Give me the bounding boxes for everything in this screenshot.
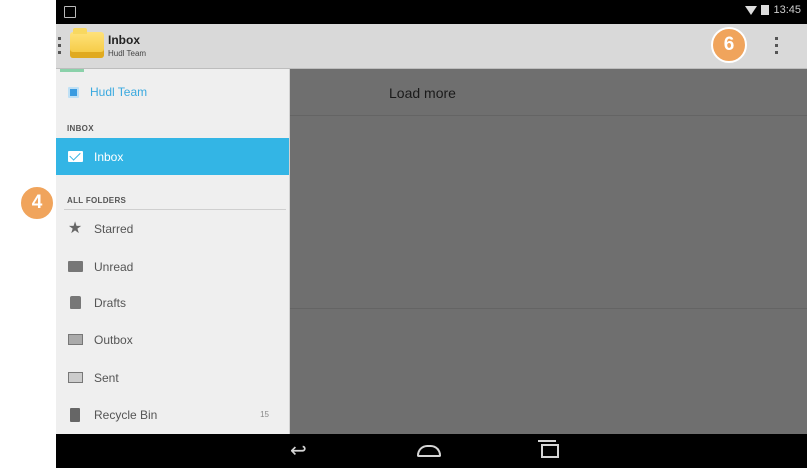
item-count: 15 [260, 410, 269, 419]
drawer-item-recycle-bin[interactable]: Recycle Bin 15 [56, 396, 289, 433]
status-bar: 13:45 [56, 0, 807, 24]
trash-icon [70, 407, 80, 422]
drawer-item-unread[interactable]: Unread [56, 248, 289, 285]
drawer-item-label: Inbox [94, 149, 124, 164]
drawer-item-sent[interactable]: Sent [56, 359, 289, 396]
home-icon[interactable] [417, 445, 441, 457]
message-list-pane: Load more [290, 69, 807, 434]
account-icon [68, 86, 79, 98]
drawer-item-drafts[interactable]: Drafts [56, 284, 289, 321]
account-label: Hudl Team [90, 85, 148, 99]
drawer-item-label: Starred [94, 221, 134, 236]
navigation-bar: ↩ [56, 434, 807, 468]
inbox-folder-icon[interactable] [70, 28, 104, 58]
callout-badge-4: 4 [19, 185, 55, 221]
drawer-item-label: Unread [94, 259, 134, 274]
drawer-item-label: Outbox [94, 332, 133, 347]
star-icon: ★ [67, 219, 83, 237]
load-more-button[interactable]: Load more [389, 85, 456, 101]
action-bar-title: Inbox [108, 33, 140, 47]
overflow-menu-icon[interactable] [775, 37, 778, 54]
envelope-icon [67, 151, 83, 162]
account-row[interactable]: Hudl Team [56, 75, 289, 109]
unread-icon [67, 261, 83, 272]
action-bar: Inbox Hudl Team [56, 24, 807, 69]
section-header-inbox: INBOX [67, 124, 94, 133]
drawer-item-inbox[interactable]: Inbox [56, 138, 289, 175]
drawer-accent [60, 69, 84, 72]
recent-apps-icon[interactable] [538, 440, 559, 458]
email-app-screen: 13:45 Inbox Hudl Team Hudl Team INBOX In… [56, 0, 807, 468]
action-bar-subtitle: Hudl Team [108, 49, 147, 58]
clock: 13:45 [773, 4, 801, 16]
wifi-icon [745, 5, 758, 15]
drawer-item-label: Drafts [94, 295, 127, 310]
sent-icon [67, 372, 83, 383]
callout-badge-6: 6 [711, 27, 747, 63]
outbox-icon [67, 334, 83, 345]
divider [290, 308, 807, 309]
drawer-item-label: Recycle Bin [94, 407, 158, 422]
drafts-icon [69, 296, 81, 309]
navigation-drawer: Hudl Team INBOX Inbox ALL FOLDERS ★ Star… [56, 69, 290, 434]
drawer-item-starred[interactable]: ★ Starred [56, 210, 289, 247]
section-header-folders: ALL FOLDERS [67, 196, 127, 205]
drawer-toggle-icon[interactable] [58, 37, 61, 54]
notification-icon [64, 6, 76, 18]
divider [290, 115, 807, 116]
battery-icon [761, 5, 770, 15]
drawer-item-label: Sent [94, 370, 119, 385]
back-icon[interactable]: ↩ [290, 441, 307, 461]
drawer-item-outbox[interactable]: Outbox [56, 321, 289, 358]
